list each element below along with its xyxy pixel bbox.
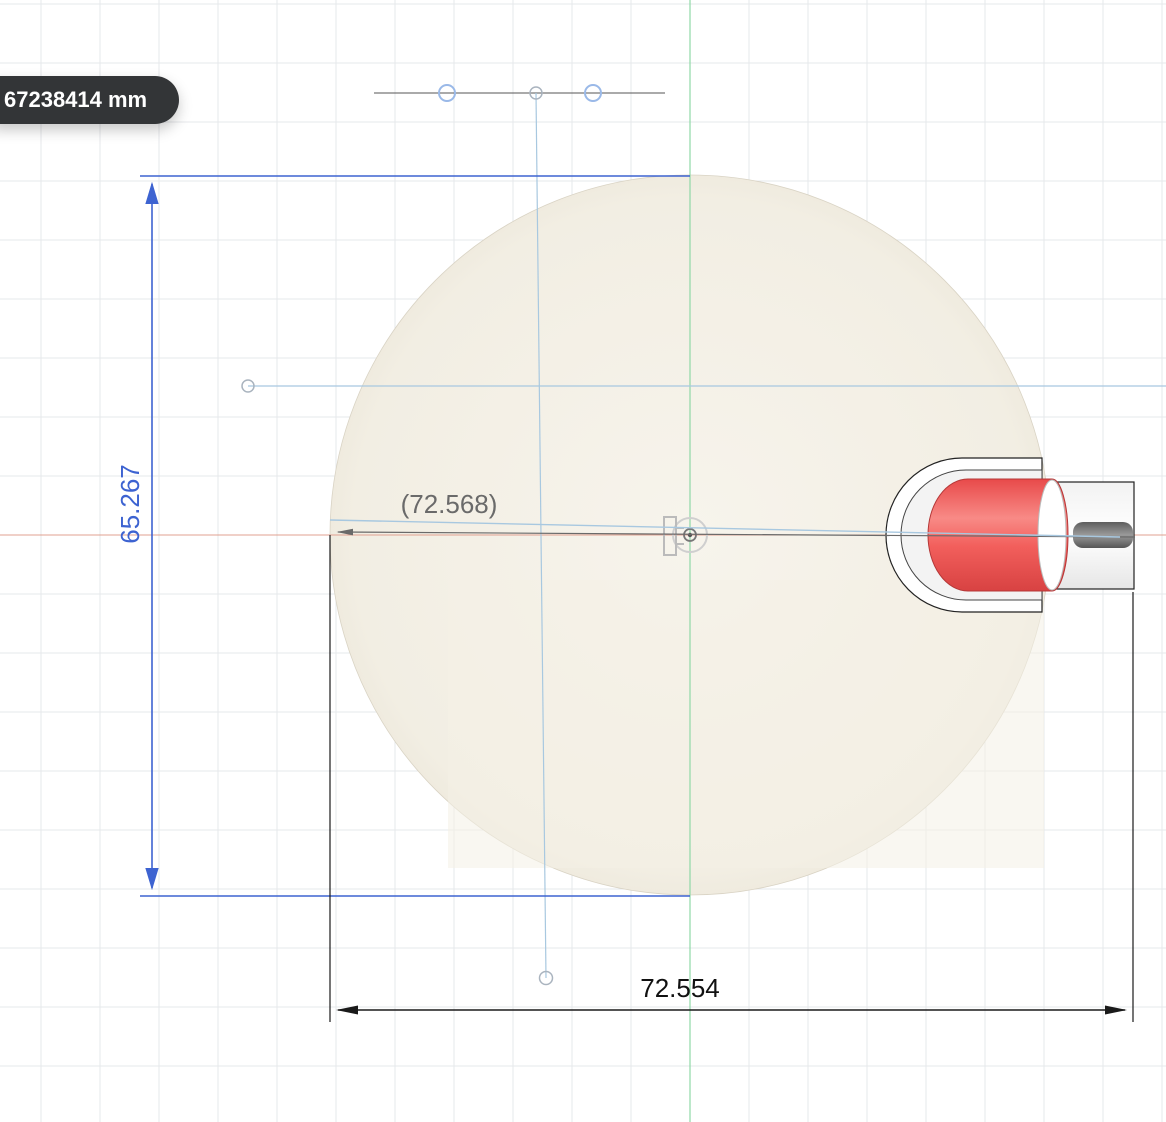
measure-readout-badge: 67238414 mm — [0, 76, 180, 124]
design-canvas[interactable]: 65.267 72.554 (72.568) — [0, 0, 1166, 1122]
measure-readout-text: 67238414 mm — [4, 87, 148, 112]
horizontal-dimension-value[interactable]: 72.554 — [640, 973, 720, 1003]
reference-dimension-value[interactable]: (72.568) — [401, 489, 498, 519]
vertical-dimension-value[interactable]: 65.267 — [115, 464, 145, 544]
cad-viewport[interactable]: 65.267 72.554 (72.568) 67238414 mm — [0, 0, 1166, 1122]
